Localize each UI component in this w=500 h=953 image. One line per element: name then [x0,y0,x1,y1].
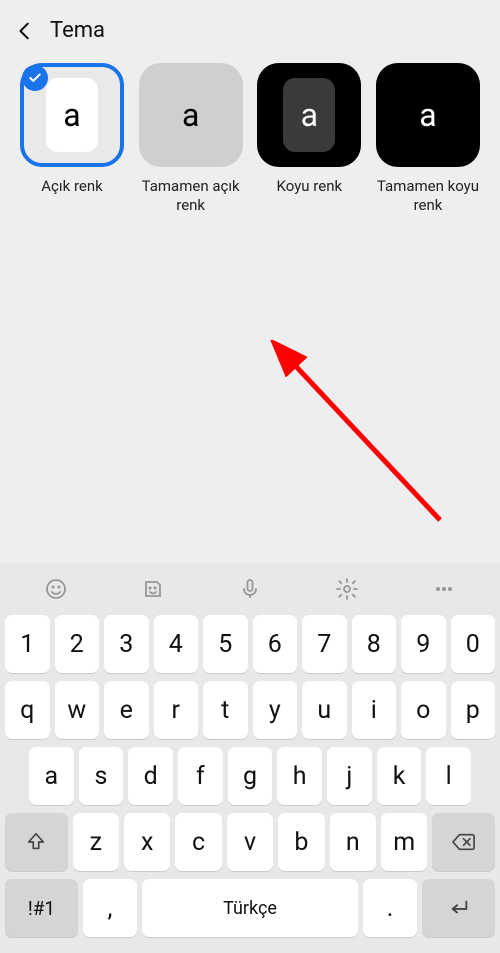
key-g[interactable]: g [228,747,273,805]
key-k[interactable]: k [377,747,422,805]
shift-key[interactable] [5,813,68,871]
sticker-icon[interactable] [133,569,173,609]
key-h[interactable]: h [277,747,322,805]
theme-option-all-dark[interactable]: a Tamamen koyu renk [374,63,482,215]
backspace-key[interactable] [432,813,495,871]
key-z[interactable]: z [73,813,119,871]
keyboard: 1 2 3 4 5 6 7 8 9 0 q w e r t y u i o p … [0,563,500,953]
key-p[interactable]: p [451,681,496,739]
keyboard-rows: 1 2 3 4 5 6 7 8 9 0 q w e r t y u i o p … [0,615,500,937]
theme-label: Tamamen açık renk [137,177,245,215]
gear-icon[interactable] [327,569,367,609]
theme-swatch-all-dark: a [376,63,480,167]
key-e[interactable]: e [104,681,149,739]
theme-swatch-light: a [20,63,124,167]
swatch-letter: a [63,96,80,134]
key-s[interactable]: s [79,747,124,805]
symbols-key[interactable]: !#1 [5,879,78,937]
theme-swatch-all-light: a [139,63,243,167]
dot-key[interactable]: . [363,879,417,937]
keyboard-row-1: q w e r t y u i o p [5,681,495,739]
theme-option-dark[interactable]: a Koyu renk [255,63,363,215]
key-8[interactable]: 8 [352,615,397,673]
key-o[interactable]: o [401,681,446,739]
keyboard-row-2: a s d f g h j k l [5,747,495,805]
emoji-icon[interactable] [36,569,76,609]
key-m[interactable]: m [381,813,427,871]
checkmark-icon [22,65,48,91]
key-w[interactable]: w [55,681,100,739]
key-a[interactable]: a [29,747,74,805]
keyboard-row-3: z x c v b n m [5,813,495,871]
space-key[interactable]: Türkçe [142,879,358,937]
header: Tema [0,0,500,53]
key-7[interactable]: 7 [302,615,347,673]
comma-key[interactable]: , [83,879,137,937]
swatch-letter: a [419,96,436,134]
key-u[interactable]: u [302,681,347,739]
theme-option-light[interactable]: a Açık renk [18,63,126,215]
key-0[interactable]: 0 [451,615,496,673]
theme-label: Koyu renk [277,177,343,215]
enter-icon [446,897,472,919]
keyboard-toolbar [0,563,500,615]
enter-key[interactable] [422,879,495,937]
key-j[interactable]: j [327,747,372,805]
key-r[interactable]: r [154,681,199,739]
page-title: Tema [50,18,105,43]
key-3[interactable]: 3 [104,615,149,673]
key-5[interactable]: 5 [203,615,248,673]
key-q[interactable]: q [5,681,50,739]
shift-icon [25,831,47,853]
swatch-letter: a [301,96,318,134]
key-f[interactable]: f [178,747,223,805]
key-d[interactable]: d [128,747,173,805]
theme-swatch-dark: a [257,63,361,167]
key-i[interactable]: i [352,681,397,739]
key-l[interactable]: l [426,747,471,805]
swatch-letter: a [182,96,199,134]
annotation-arrow-icon [270,340,470,540]
backspace-icon [451,831,477,853]
theme-label: Açık renk [41,177,102,215]
keyboard-row-bottom: !#1 , Türkçe . [5,879,495,937]
key-y[interactable]: y [253,681,298,739]
theme-label: Tamamen koyu renk [374,177,482,215]
key-6[interactable]: 6 [253,615,298,673]
key-4[interactable]: 4 [154,615,199,673]
mic-icon[interactable] [230,569,270,609]
key-x[interactable]: x [124,813,170,871]
keyboard-row-numbers: 1 2 3 4 5 6 7 8 9 0 [5,615,495,673]
key-n[interactable]: n [330,813,376,871]
key-c[interactable]: c [175,813,221,871]
theme-option-all-light[interactable]: a Tamamen açık renk [137,63,245,215]
theme-options: a Açık renk a Tamamen açık renk a Koyu r… [0,53,500,215]
more-icon[interactable] [424,569,464,609]
key-v[interactable]: v [227,813,273,871]
key-t[interactable]: t [203,681,248,739]
key-1[interactable]: 1 [5,615,50,673]
key-b[interactable]: b [278,813,324,871]
key-2[interactable]: 2 [55,615,100,673]
key-9[interactable]: 9 [401,615,446,673]
back-icon[interactable] [14,20,36,42]
